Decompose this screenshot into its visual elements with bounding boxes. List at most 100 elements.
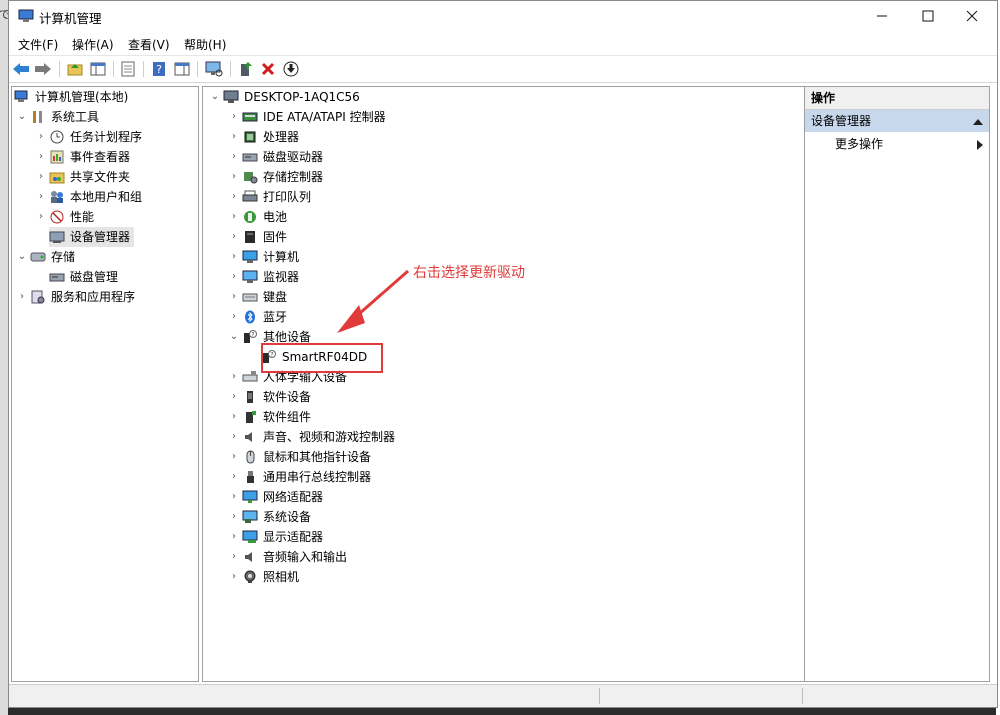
tree-node-storage[interactable]: ⌄ 存储 bbox=[14, 247, 75, 267]
chevron-right-icon[interactable]: › bbox=[226, 167, 242, 187]
show-action-pane-button[interactable] bbox=[172, 59, 192, 79]
chevron-right-icon[interactable]: › bbox=[226, 387, 242, 407]
chevron-right-icon[interactable]: › bbox=[226, 307, 242, 327]
monitor-scan-icon bbox=[205, 61, 223, 77]
maximize-button[interactable] bbox=[905, 1, 951, 31]
collapse-up-icon[interactable] bbox=[973, 118, 983, 125]
chevron-right-icon[interactable]: › bbox=[226, 507, 242, 527]
chevron-right-icon[interactable]: › bbox=[226, 267, 242, 287]
chevron-right-icon[interactable]: › bbox=[226, 447, 242, 467]
device-category-row[interactable]: › 固件 bbox=[226, 227, 287, 247]
tree-node-task-scheduler[interactable]: › 任务计划程序 bbox=[33, 127, 142, 147]
chevron-right-icon[interactable]: › bbox=[226, 127, 242, 147]
chevron-right-icon[interactable] bbox=[977, 140, 983, 150]
chevron-down-icon[interactable]: ⌄ bbox=[226, 327, 242, 347]
chevron-right-icon[interactable]: › bbox=[226, 547, 242, 567]
device-category-row[interactable]: › 软件设备 bbox=[226, 387, 311, 407]
chevron-right-icon[interactable]: › bbox=[33, 147, 49, 167]
menu-help[interactable]: 帮助(H) bbox=[184, 36, 226, 53]
chevron-right-icon[interactable]: › bbox=[14, 287, 30, 307]
properties-button[interactable] bbox=[118, 59, 138, 79]
uninstall-button[interactable] bbox=[258, 59, 278, 79]
device-category-row[interactable]: › 键盘 bbox=[226, 287, 287, 307]
chevron-right-icon[interactable]: › bbox=[33, 187, 49, 207]
tree-node-device-manager[interactable]: 设备管理器 bbox=[49, 227, 135, 247]
chevron-right-icon[interactable]: › bbox=[226, 427, 242, 447]
device-category-row[interactable]: › 蓝牙 bbox=[226, 307, 287, 327]
chevron-right-icon[interactable]: › bbox=[226, 287, 242, 307]
back-button[interactable] bbox=[11, 59, 31, 79]
device-category-row[interactable]: › 网络适配器 bbox=[226, 487, 323, 507]
device-label: 磁盘驱动器 bbox=[263, 150, 324, 164]
tree-label: 服务和应用程序 bbox=[51, 290, 136, 304]
chevron-right-icon[interactable]: › bbox=[226, 487, 242, 507]
menu-action[interactable]: 操作(A) bbox=[72, 36, 114, 53]
menu-file[interactable]: 文件(F) bbox=[18, 36, 58, 53]
actions-section-device-manager[interactable]: 设备管理器 bbox=[805, 110, 989, 132]
up-level-button[interactable] bbox=[65, 59, 85, 79]
forward-button[interactable] bbox=[33, 59, 53, 79]
chevron-right-icon[interactable]: › bbox=[226, 467, 242, 487]
device-category-row[interactable]: › 通用串行总线控制器 bbox=[226, 467, 371, 487]
disable-device-button[interactable] bbox=[281, 59, 301, 79]
device-category-row[interactable]: › 磁盘驱动器 bbox=[226, 147, 323, 167]
chevron-right-icon[interactable]: › bbox=[226, 247, 242, 267]
device-category-row[interactable]: › 存储控制器 bbox=[226, 167, 323, 187]
device-tree-root[interactable]: ⌄ DESKTOP-1AQ1C56 bbox=[207, 87, 360, 107]
device-category-row[interactable]: › 处理器 bbox=[226, 127, 299, 147]
chevron-right-icon[interactable]: › bbox=[226, 207, 242, 227]
chevron-right-icon[interactable]: › bbox=[226, 567, 242, 587]
show-hide-tree-button[interactable] bbox=[88, 59, 108, 79]
chevron-right-icon[interactable]: › bbox=[33, 127, 49, 147]
device-category-row[interactable]: › 音频输入和输出 bbox=[226, 547, 347, 567]
minimize-button[interactable] bbox=[859, 1, 905, 31]
chevron-right-icon[interactable]: › bbox=[226, 367, 242, 387]
device-category-row[interactable]: › 监视器 bbox=[226, 267, 299, 287]
device-category-row[interactable]: › IDE ATA/ATAPI 控制器 bbox=[226, 107, 386, 127]
tools-icon bbox=[30, 110, 46, 124]
chevron-down-icon[interactable]: ⌄ bbox=[14, 247, 30, 267]
device-category-row[interactable]: › 显示适配器 bbox=[226, 527, 323, 547]
desktop-computer-icon bbox=[223, 90, 239, 104]
chevron-right-icon[interactable]: › bbox=[226, 147, 242, 167]
device-category-row[interactable]: › 计算机 bbox=[226, 247, 299, 267]
chevron-right-icon[interactable]: › bbox=[226, 107, 242, 127]
update-driver-button[interactable] bbox=[236, 59, 256, 79]
disk-icon bbox=[49, 270, 65, 284]
help-button[interactable]: ? bbox=[149, 59, 169, 79]
chevron-right-icon[interactable]: › bbox=[33, 167, 49, 187]
tree-node-local-users-groups[interactable]: › 本地用户和组 bbox=[33, 187, 142, 207]
menu-view[interactable]: 查看(V) bbox=[128, 36, 170, 53]
chevron-down-icon[interactable]: ⌄ bbox=[207, 87, 223, 107]
device-category-row[interactable]: › 系统设备 bbox=[226, 507, 311, 527]
tree-node-computer-management[interactable]: 计算机管理(本地) bbox=[14, 87, 128, 107]
toolbar-separator bbox=[113, 61, 114, 77]
red-highlight-box bbox=[261, 343, 383, 373]
device-category-row[interactable]: › 软件组件 bbox=[226, 407, 311, 427]
chevron-right-icon[interactable]: › bbox=[226, 407, 242, 427]
device-category-row[interactable]: › 电池 bbox=[226, 207, 287, 227]
device-category-row[interactable]: › 照相机 bbox=[226, 567, 299, 587]
tree-node-event-viewer[interactable]: › 事件查看器 bbox=[33, 147, 130, 167]
close-button[interactable] bbox=[949, 1, 995, 31]
storage-controller-icon bbox=[242, 170, 258, 184]
tree-node-shared-folders[interactable]: › 共享文件夹 bbox=[33, 167, 130, 187]
chevron-right-icon[interactable]: › bbox=[226, 527, 242, 547]
chevron-right-icon[interactable]: › bbox=[33, 207, 49, 227]
tree-node-disk-management[interactable]: 磁盘管理 bbox=[49, 267, 118, 287]
tree-node-services-applications[interactable]: › 服务和应用程序 bbox=[14, 287, 135, 307]
tree-label: 任务计划程序 bbox=[70, 130, 143, 144]
more-actions-item[interactable]: 更多操作 bbox=[835, 135, 883, 152]
device-category-row[interactable]: › 鼠标和其他指针设备 bbox=[226, 447, 371, 467]
device-manager-icon bbox=[49, 230, 65, 244]
chevron-right-icon[interactable]: › bbox=[226, 187, 242, 207]
chevron-down-icon[interactable]: ⌄ bbox=[14, 107, 30, 127]
scan-hardware-button[interactable] bbox=[204, 59, 224, 79]
chevron-right-icon[interactable]: › bbox=[226, 227, 242, 247]
device-category-row[interactable]: › 声音、视频和游戏控制器 bbox=[226, 427, 395, 447]
tree-node-performance[interactable]: › 性能 bbox=[33, 207, 94, 227]
tree-node-system-tools[interactable]: ⌄ 系统工具 bbox=[14, 107, 99, 127]
device-category-row[interactable]: › 打印队列 bbox=[226, 187, 311, 207]
back-arrow-icon bbox=[13, 63, 29, 75]
title-bar[interactable]: 计算机管理 bbox=[9, 1, 997, 31]
